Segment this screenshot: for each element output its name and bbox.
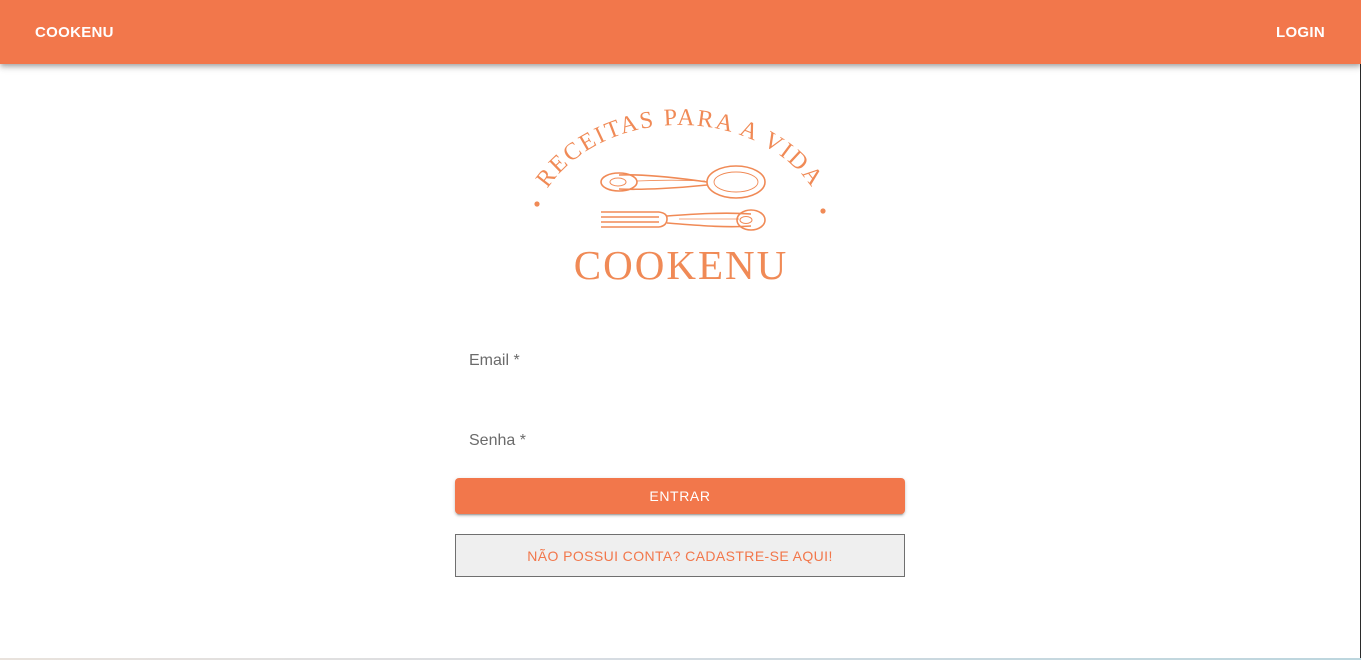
cookenu-logo: RECEITAS PARA A VIDA COOKENU [531,105,826,288]
email-input[interactable] [455,335,905,387]
home-button[interactable]: COOKENU [23,14,126,50]
spoon-icon [600,165,766,199]
email-field-container: Email * [455,335,905,387]
app-bar: COOKENU LOGIN [0,0,1361,64]
login-nav-button[interactable]: LOGIN [1265,14,1336,50]
logo-name: COOKENU [574,242,788,288]
login-form: Email * Senha * ENTRAR NÃO POSSUI CONTA?… [455,335,905,577]
fork-icon [601,209,766,231]
password-input[interactable] [455,415,905,467]
enter-button[interactable]: ENTRAR [455,478,905,514]
login-page: COOKENU LOGIN RECEITAS PARA A VIDA COOKE… [0,0,1361,660]
signup-button[interactable]: NÃO POSSUI CONTA? CADASTRE-SE AQUI! [455,534,905,577]
logo-dot-right [820,208,826,214]
password-field-container: Senha * [455,415,905,467]
logo-dot-left [534,201,540,207]
